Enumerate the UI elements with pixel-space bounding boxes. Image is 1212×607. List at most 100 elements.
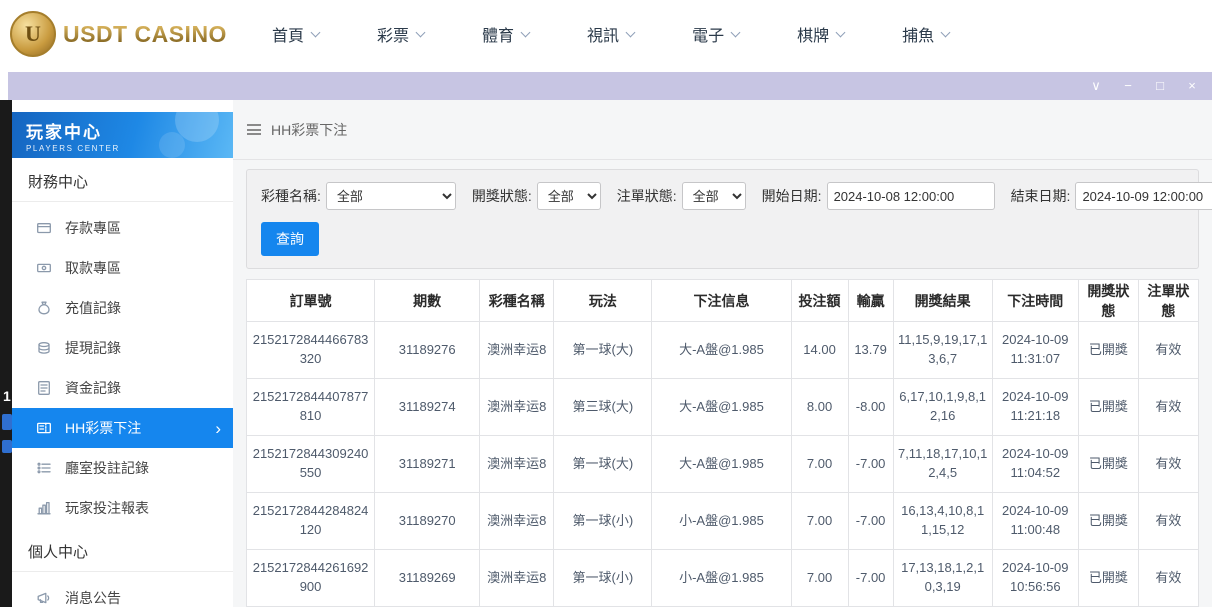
breadcrumb: HH彩票下注 — [233, 100, 1212, 160]
background-strip: 1 — [0, 100, 12, 607]
draw-status-select[interactable]: 全部 — [537, 182, 601, 210]
filter-end-date: 結束日期: — [1011, 182, 1212, 210]
background-fragment-text: 1 — [3, 388, 11, 404]
search-button[interactable]: 查詢 — [261, 222, 319, 256]
table-cell: 有效 — [1138, 322, 1198, 379]
table-cell: 31189269 — [375, 550, 480, 607]
table-row: 215217284426169290031189269澳洲幸运8第一球(小)小-… — [247, 550, 1199, 607]
table-cell: 31189270 — [375, 493, 480, 550]
main-content: HH彩票下注 彩種名稱:全部開獎狀態:全部注單狀態:全部開始日期:結束日期: 查… — [233, 100, 1212, 607]
table-cell: 澳洲幸运8 — [480, 550, 554, 607]
maximize-icon[interactable]: □ — [1150, 76, 1170, 96]
nav-item-7[interactable]: 捕魚 — [902, 22, 949, 46]
table-cell: -7.00 — [848, 493, 893, 550]
chevron-down-icon — [311, 27, 321, 37]
table-cell: 已開獎 — [1078, 550, 1138, 607]
table-cell: 2152172844407877810 — [247, 379, 375, 436]
table-cell: 大-A盤@1.985 — [652, 379, 791, 436]
site-logo[interactable]: U USDT CASINO — [10, 11, 242, 57]
column-header: 投注額 — [791, 280, 848, 322]
table-cell: 澳洲幸运8 — [480, 436, 554, 493]
start-date-input[interactable] — [827, 182, 995, 210]
table-cell: 2152172844284824120 — [247, 493, 375, 550]
table-cell: 7,11,18,17,10,12,4,5 — [893, 436, 992, 493]
chevron-down-icon — [941, 27, 951, 37]
sidebar-item-label: 玩家投注報表 — [65, 498, 149, 518]
table-cell: 已開獎 — [1078, 436, 1138, 493]
table-cell: 大-A盤@1.985 — [652, 436, 791, 493]
column-header: 開獎結果 — [893, 280, 992, 322]
column-header: 訂單號 — [247, 280, 375, 322]
sidebar-item-announcement[interactable]: 消息公告 — [12, 578, 233, 607]
sidebar-item-deposit[interactable]: 存款專區 — [12, 208, 233, 248]
table-cell: 2024-10-09 11:00:48 — [992, 493, 1078, 550]
table-cell: 16,13,4,10,8,11,15,12 — [893, 493, 992, 550]
hall-record-icon — [36, 460, 52, 476]
chevron-down-icon — [731, 27, 741, 37]
filter-label: 注單狀態: — [617, 186, 677, 206]
table-cell: 第三球(大) — [554, 379, 652, 436]
menu-icon[interactable] — [247, 122, 261, 138]
sidebar-item-cashout[interactable]: 提現記錄 — [12, 328, 233, 368]
table-cell: 2152172844466783320 — [247, 322, 375, 379]
collapse-icon[interactable]: ∨ — [1086, 76, 1106, 96]
table-cell: 7.00 — [791, 493, 848, 550]
table-row: 215217284428482412031189270澳洲幸运8第一球(小)小-… — [247, 493, 1199, 550]
background-fragment-icon — [2, 414, 12, 430]
sidebar-item-label: 充值記錄 — [65, 298, 121, 318]
end-date-input[interactable] — [1075, 182, 1212, 210]
table-cell: 2024-10-09 11:04:52 — [992, 436, 1078, 493]
filter-draw-status: 開獎狀態:全部 — [472, 182, 601, 210]
window-body: 玩家中心 PLAYERS CENTER 財務中心存款專區取款專區充值記錄提現記錄… — [12, 100, 1212, 607]
column-header: 玩法 — [554, 280, 652, 322]
table-cell: 小-A盤@1.985 — [652, 550, 791, 607]
table-cell: 11,15,9,19,17,13,6,7 — [893, 322, 992, 379]
nav-item-6[interactable]: 棋牌 — [797, 22, 844, 46]
table-cell: 2024-10-09 11:31:07 — [992, 322, 1078, 379]
table-cell: -8.00 — [848, 379, 893, 436]
table-cell: 第一球(大) — [554, 436, 652, 493]
table-cell: 2024-10-09 10:56:56 — [992, 550, 1078, 607]
column-header: 輸贏 — [848, 280, 893, 322]
sidebar-item-label: 取款專區 — [65, 258, 121, 278]
column-header: 注單狀態 — [1138, 280, 1198, 322]
close-icon[interactable]: × — [1182, 76, 1202, 96]
filter-lottery-name: 彩種名稱:全部 — [261, 182, 456, 210]
column-header: 開獎狀態 — [1078, 280, 1138, 322]
table-cell: 2152172844309240550 — [247, 436, 375, 493]
nav-item-2[interactable]: 彩票 — [377, 22, 424, 46]
announcement-icon — [36, 590, 52, 606]
sidebar-item-hall-record[interactable]: 廳室投註記錄 — [12, 448, 233, 488]
filter-start-date: 開始日期: — [762, 182, 995, 210]
sidebar-item-withdraw[interactable]: 取款專區 — [12, 248, 233, 288]
nav-label: 體育 — [482, 22, 514, 46]
top-nav: 首頁 彩票 體育 視訊 電子 棋牌 捕魚 — [272, 22, 949, 46]
sidebar-item-lottery[interactable]: HH彩票下注› — [12, 408, 233, 448]
nav-item-5[interactable]: 電子 — [692, 22, 739, 46]
sidebar-item-recharge[interactable]: 充值記錄 — [12, 288, 233, 328]
nav-item-4[interactable]: 視訊 — [587, 22, 634, 46]
table-cell: 澳洲幸运8 — [480, 322, 554, 379]
minimize-icon[interactable]: − — [1118, 76, 1138, 96]
order-status-select[interactable]: 全部 — [682, 182, 746, 210]
deposit-icon — [36, 220, 52, 236]
table-cell: 7.00 — [791, 550, 848, 607]
lottery-name-select[interactable]: 全部 — [326, 182, 456, 210]
table-cell: 7.00 — [791, 436, 848, 493]
filter-label: 結束日期: — [1011, 186, 1071, 206]
column-header: 彩種名稱 — [480, 280, 554, 322]
table-cell: 澳洲幸运8 — [480, 379, 554, 436]
funds-icon — [36, 380, 52, 396]
sidebar-item-label: 廳室投註記錄 — [65, 458, 149, 478]
table-cell: 有效 — [1138, 550, 1198, 607]
table-cell: -7.00 — [848, 436, 893, 493]
nav-item-1[interactable]: 首頁 — [272, 22, 319, 46]
sidebar-item-funds[interactable]: 資金記錄 — [12, 368, 233, 408]
sidebar-item-label: 提現記錄 — [65, 338, 121, 358]
table-cell: 已開獎 — [1078, 493, 1138, 550]
column-header: 下注信息 — [652, 280, 791, 322]
sidebar-item-label: 消息公告 — [65, 588, 121, 607]
report-icon — [36, 500, 52, 516]
sidebar-item-report[interactable]: 玩家投注報表 — [12, 488, 233, 528]
nav-item-3[interactable]: 體育 — [482, 22, 529, 46]
